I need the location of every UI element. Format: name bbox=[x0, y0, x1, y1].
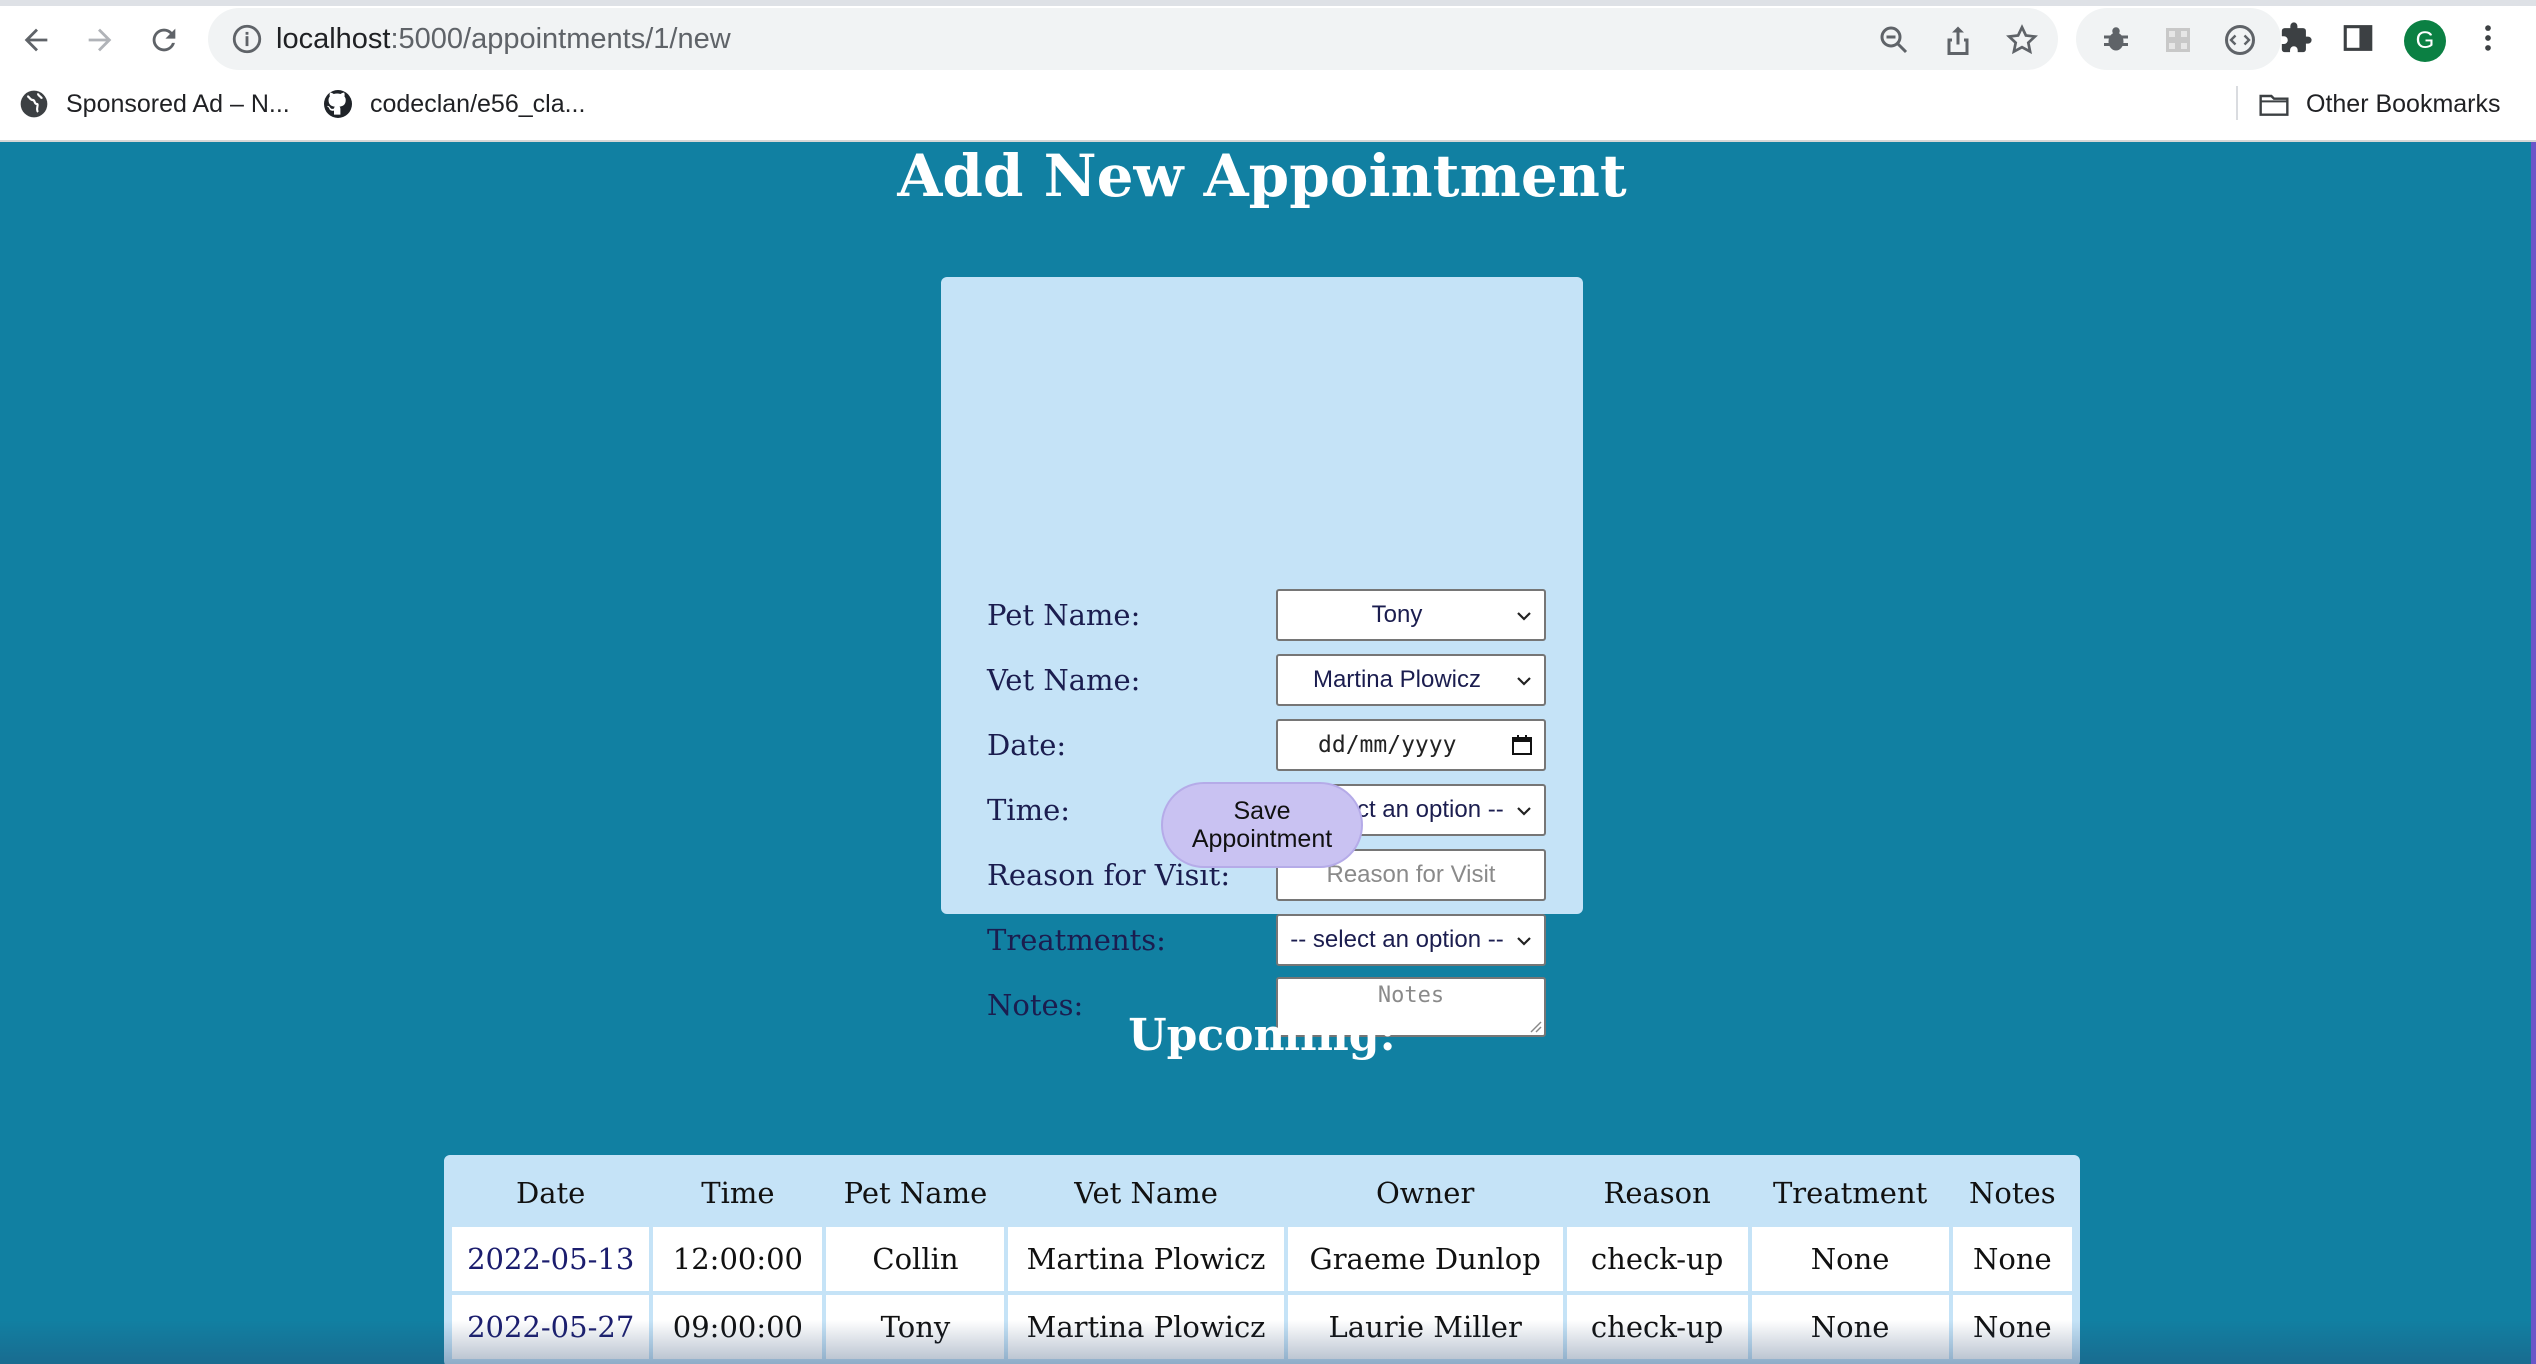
reason-placeholder: Reason for Visit bbox=[1326, 861, 1496, 888]
bookmarks-bar: Sponsored Ad – N... codeclan/e56_cla... … bbox=[0, 80, 2536, 128]
bookmark-codeclan[interactable]: codeclan/e56_cla... bbox=[322, 86, 585, 122]
upcoming-heading: Upcoming: bbox=[1128, 1010, 1396, 1061]
column-header-owner: Owner bbox=[1287, 1163, 1563, 1223]
url-text: localhost:5000/appointments/1/new bbox=[276, 22, 731, 56]
vet-name-label: Vet Name: bbox=[987, 663, 1141, 697]
window-edge bbox=[2531, 142, 2536, 1364]
upcoming-table: Date Time Pet Name Vet Name Owner Reason… bbox=[444, 1155, 2080, 1364]
cell-treatment: None bbox=[1751, 1295, 1949, 1359]
chevron-down-icon bbox=[1517, 807, 1531, 816]
column-header-time: Time bbox=[653, 1163, 823, 1223]
bug-extension-icon[interactable] bbox=[2098, 22, 2134, 58]
column-header-date: Date bbox=[452, 1163, 650, 1223]
puzzle-icon bbox=[2281, 22, 2312, 53]
notes-placeholder: Notes bbox=[1377, 983, 1445, 1008]
save-appointment-button[interactable]: Save Appointment bbox=[1161, 782, 1363, 868]
page-title: Add New Appointment bbox=[897, 142, 1627, 210]
date-label: Date: bbox=[987, 728, 1067, 762]
cell-treatment: None bbox=[1751, 1227, 1949, 1291]
back-button[interactable] bbox=[14, 18, 58, 62]
column-header-notes: Notes bbox=[1952, 1163, 2072, 1223]
forward-button[interactable] bbox=[78, 18, 122, 62]
code-extension-icon[interactable] bbox=[2222, 22, 2258, 58]
forward-arrow-icon bbox=[88, 28, 112, 52]
site-info-icon[interactable] bbox=[230, 22, 264, 56]
treatments-select[interactable]: -- select an option -- bbox=[1276, 914, 1546, 966]
pet-name-select[interactable]: Tony bbox=[1276, 589, 1546, 641]
vet-name-select[interactable]: Martina Plowicz bbox=[1276, 654, 1546, 706]
column-header-vet-name: Vet Name bbox=[1008, 1163, 1284, 1223]
pet-name-label: Pet Name: bbox=[987, 598, 1141, 632]
globe-icon bbox=[20, 90, 48, 118]
browser-toolbar: localhost:5000/appointments/1/new G Spon… bbox=[0, 0, 2536, 142]
other-bookmarks-label: Other Bookmarks bbox=[2306, 89, 2501, 118]
cell-reason: check-up bbox=[1566, 1227, 1748, 1291]
cell-vet-name: Martina Plowicz bbox=[1008, 1295, 1284, 1359]
url-path: :5000/appointments/1/new bbox=[390, 23, 731, 55]
date-input[interactable]: dd/mm/yyyy bbox=[1276, 719, 1546, 771]
cell-time: 12:00:00 bbox=[653, 1227, 823, 1291]
side-panel-button[interactable] bbox=[2340, 20, 2376, 56]
grid-extension-icon[interactable] bbox=[2160, 22, 2196, 58]
reload-icon bbox=[152, 28, 176, 52]
reload-button[interactable] bbox=[142, 18, 186, 62]
time-label: Time: bbox=[987, 793, 1071, 827]
share-icon[interactable] bbox=[1940, 22, 1976, 58]
pet-name-value: Tony bbox=[1371, 601, 1423, 628]
cell-pet-name: Tony bbox=[826, 1295, 1005, 1359]
cell-vet-name: Martina Plowicz bbox=[1008, 1227, 1284, 1291]
address-bar[interactable]: localhost:5000/appointments/1/new bbox=[208, 8, 2058, 70]
date-placeholder: dd/mm/yyyy bbox=[1318, 732, 1457, 758]
bookmark-sponsored[interactable]: Sponsored Ad – N... bbox=[18, 86, 290, 122]
extensions-pill bbox=[2076, 8, 2281, 70]
extensions-button[interactable] bbox=[2278, 20, 2314, 56]
side-panel-icon bbox=[2343, 25, 2373, 51]
vet-name-value: Martina Plowicz bbox=[1312, 666, 1482, 693]
cell-notes: None bbox=[1952, 1227, 2072, 1291]
zoom-icon[interactable] bbox=[1876, 22, 1912, 58]
column-header-treatment: Treatment bbox=[1751, 1163, 1949, 1223]
cell-owner: Laurie Miller bbox=[1287, 1295, 1563, 1359]
treatments-label: Treatments: bbox=[987, 923, 1166, 957]
appointment-form: Pet Name: Tony Vet Name: Martina Plowicz… bbox=[941, 277, 1583, 1037]
bookmark-label: codeclan/e56_cla... bbox=[370, 89, 586, 118]
table-header-row: Date Time Pet Name Vet Name Owner Reason… bbox=[452, 1163, 2072, 1223]
other-bookmarks[interactable]: Other Bookmarks bbox=[2258, 86, 2501, 122]
bookmark-star-icon[interactable] bbox=[2004, 22, 2040, 58]
cell-reason: check-up bbox=[1566, 1295, 1748, 1359]
github-icon bbox=[324, 90, 352, 118]
chevron-down-icon bbox=[1517, 612, 1531, 621]
column-header-reason: Reason bbox=[1566, 1163, 1748, 1223]
treatments-value: -- select an option -- bbox=[1290, 926, 1504, 953]
table-row: 2022-05-13 12:00:00 Collin Martina Plowi… bbox=[452, 1227, 2072, 1291]
bookmark-label: Sponsored Ad – N... bbox=[66, 89, 290, 118]
chevron-down-icon bbox=[1517, 937, 1531, 946]
chevron-down-icon bbox=[1517, 677, 1531, 686]
cell-owner: Graeme Dunlop bbox=[1287, 1227, 1563, 1291]
table-row: 2022-05-27 09:00:00 Tony Martina Plowicz… bbox=[452, 1295, 2072, 1359]
url-host: localhost bbox=[276, 23, 391, 55]
cell-date: 2022-05-27 bbox=[452, 1295, 650, 1359]
calendar-icon[interactable] bbox=[1510, 733, 1534, 757]
bookmarks-separator bbox=[2236, 86, 2238, 120]
appointment-date-link[interactable]: 2022-05-27 bbox=[467, 1310, 634, 1344]
cell-notes: None bbox=[1952, 1295, 2072, 1359]
appointment-date-link[interactable]: 2022-05-13 bbox=[467, 1242, 634, 1276]
column-header-pet-name: Pet Name bbox=[826, 1163, 1005, 1223]
kebab-menu-icon bbox=[2485, 25, 2491, 51]
tab-strip bbox=[0, 0, 2536, 6]
profile-avatar[interactable]: G bbox=[2404, 20, 2446, 62]
menu-button[interactable] bbox=[2470, 20, 2506, 56]
cell-time: 09:00:00 bbox=[653, 1295, 823, 1359]
cell-pet-name: Collin bbox=[826, 1227, 1005, 1291]
folder-icon bbox=[2259, 94, 2289, 116]
cell-date: 2022-05-13 bbox=[452, 1227, 650, 1291]
back-arrow-icon bbox=[24, 28, 48, 52]
